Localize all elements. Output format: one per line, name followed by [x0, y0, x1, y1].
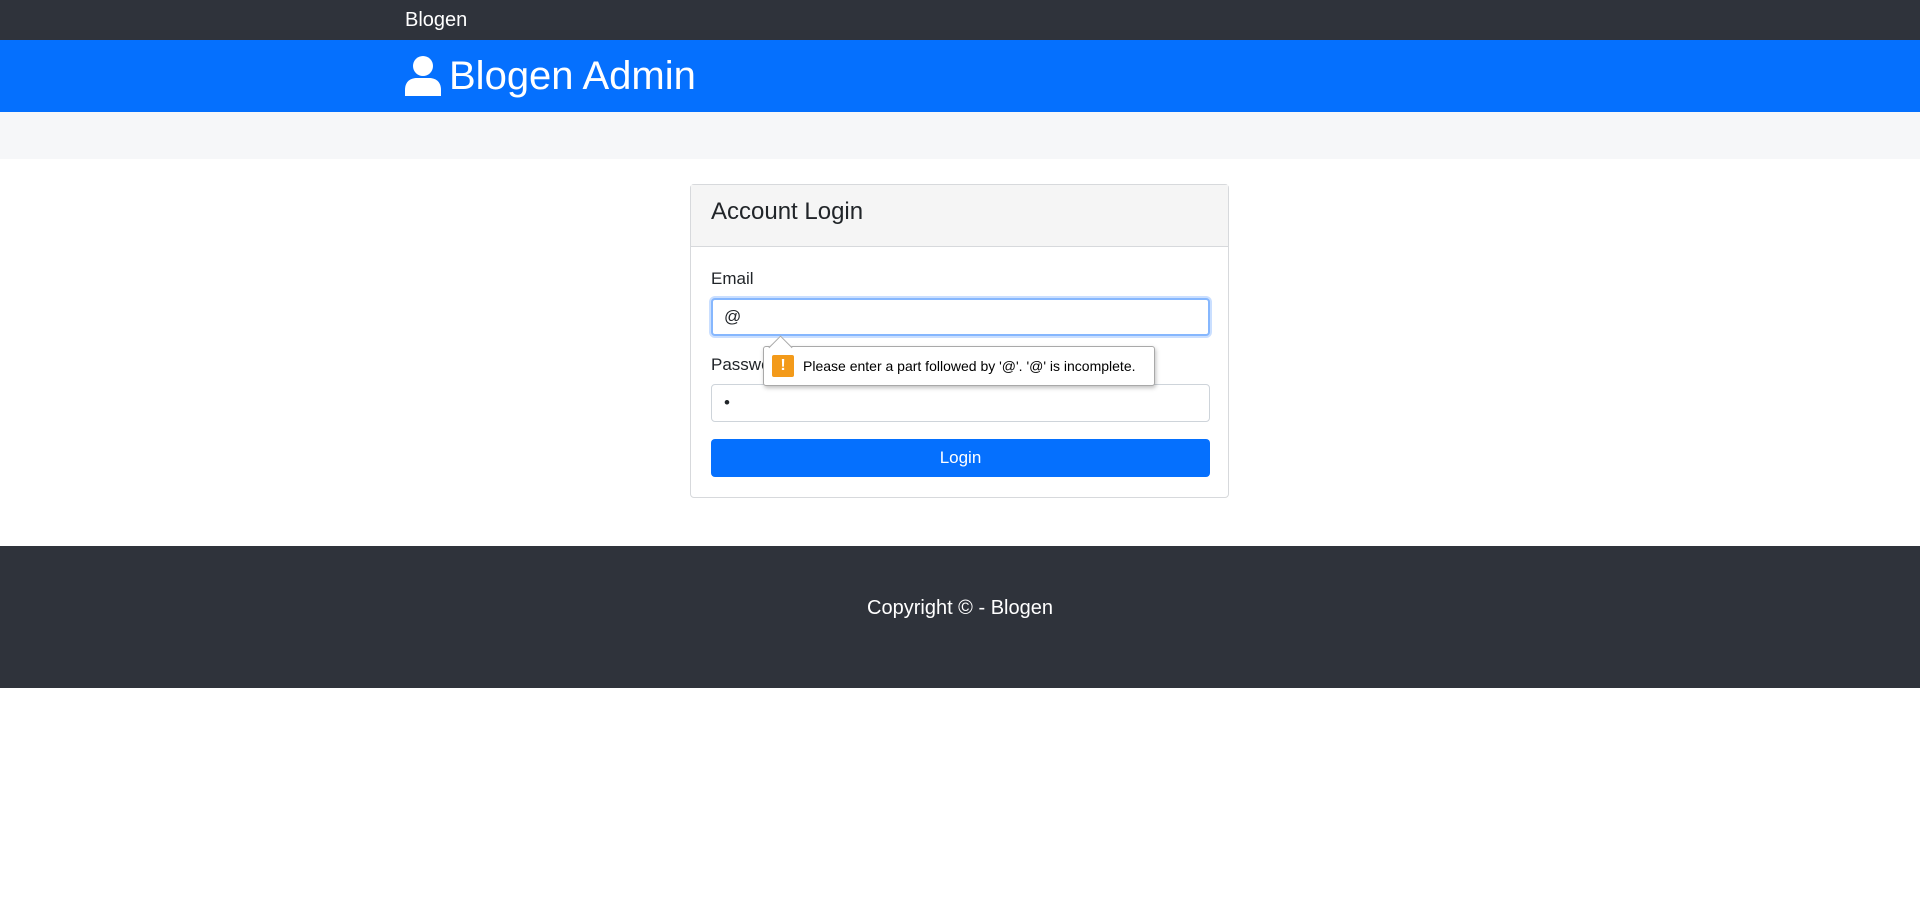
action-bar — [0, 112, 1920, 159]
email-field[interactable] — [711, 298, 1210, 336]
tooltip-message: Please enter a part followed by '@'. '@'… — [803, 358, 1136, 374]
user-icon — [405, 56, 441, 96]
copyright-text: Copyright © - Blogen — [867, 597, 1053, 619]
warning-icon: ! — [772, 355, 794, 377]
header-title-group: Blogen Admin — [405, 50, 696, 102]
top-navbar: Blogen — [0, 0, 1920, 40]
page-title: Blogen Admin — [449, 53, 696, 98]
validation-tooltip: ! Please enter a part followed by '@'. '… — [763, 335, 1155, 386]
card-header: Account Login — [691, 185, 1228, 247]
email-label: Email — [711, 269, 754, 288]
page-header: Blogen Admin — [0, 40, 1920, 112]
page-footer: Copyright © - Blogen — [0, 546, 1920, 688]
card-title: Account Login — [711, 198, 864, 225]
navbar-brand[interactable]: Blogen — [405, 9, 467, 32]
password-field[interactable] — [711, 384, 1210, 422]
login-button[interactable]: Login — [711, 439, 1210, 477]
login-card: Account Login Email Password Login — [690, 184, 1229, 498]
